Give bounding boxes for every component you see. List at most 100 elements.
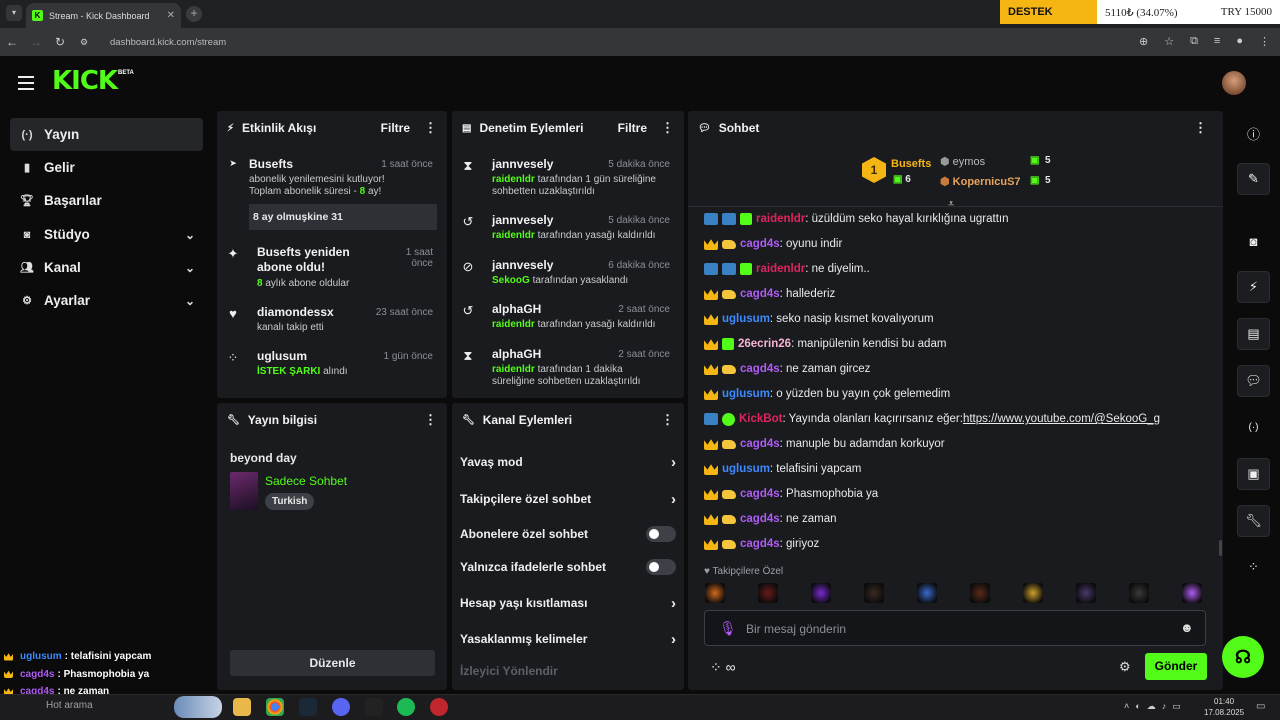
support-headset-icon[interactable]: ☊: [1222, 636, 1264, 678]
category-link[interactable]: Sadece Sohbet: [265, 474, 347, 488]
chevron-down-icon[interactable]: ⌄: [185, 294, 195, 308]
moderation-actor[interactable]: raidenldr: [492, 319, 535, 330]
leader-first-name[interactable]: Busefts: [891, 158, 931, 170]
chat-input-box[interactable]: 🎙︎ Bir mesaj gönderin ☻: [704, 610, 1206, 646]
moderation-actor[interactable]: raidenldr: [492, 364, 535, 375]
chevron-down-icon[interactable]: ⌄: [185, 228, 195, 242]
edit-pencil-icon[interactable]: ✎: [1237, 163, 1270, 195]
more-options-icon[interactable]: ⋮: [1194, 120, 1207, 136]
browser-menu-icon[interactable]: ⋮: [1259, 35, 1270, 48]
chat-username[interactable]: 26ecrin26: [738, 338, 791, 350]
emote-thumbnail[interactable]: [811, 583, 831, 603]
emote-thumbnail[interactable]: [1129, 583, 1149, 603]
moderation-actor[interactable]: raidenldr: [492, 174, 535, 185]
browser-tab[interactable]: K Stream - Kick Dashboard ✕: [26, 3, 181, 28]
chat-username[interactable]: cagd4s: [740, 288, 780, 300]
emote-thumbnail[interactable]: [917, 583, 937, 603]
chat-username[interactable]: raidenldr: [756, 213, 805, 225]
profile-icon[interactable]: ●: [1236, 35, 1243, 48]
sidebar-item-gelir[interactable]: ▮ Gelir: [10, 151, 203, 184]
sidebar-item-yayin[interactable]: (·) Yayın: [10, 118, 203, 151]
taskbar-widget[interactable]: [174, 696, 222, 718]
activity-filter-button[interactable]: Filtre: [381, 121, 410, 135]
more-options-icon[interactable]: ⋮: [424, 120, 437, 136]
zoom-icon[interactable]: ⊕: [1139, 35, 1148, 48]
emote-thumbnail[interactable]: [970, 583, 990, 603]
lightning-icon[interactable]: ⚡︎: [1237, 271, 1270, 303]
chat-scrollbar[interactable]: [1219, 540, 1222, 556]
spotify-icon[interactable]: [397, 698, 415, 716]
obs-icon[interactable]: [430, 698, 448, 716]
category-thumbnail[interactable]: [230, 472, 258, 510]
forward-icon[interactable]: →: [24, 35, 48, 49]
chat-username[interactable]: cagd4s: [740, 438, 780, 450]
url-field[interactable]: dashboard.kick.com/stream: [110, 37, 226, 48]
chat-username[interactable]: cagd4s: [740, 513, 780, 525]
hamburger-menu-icon[interactable]: [18, 76, 34, 90]
reading-list-icon[interactable]: ≡: [1214, 35, 1220, 48]
kick-logo[interactable]: KICK: [52, 66, 118, 96]
chat-settings-icon[interactable]: ⚙: [1119, 659, 1131, 675]
more-options-icon[interactable]: ⋮: [661, 120, 674, 136]
emote-thumbnail[interactable]: [864, 583, 884, 603]
subscribers-only-toggle[interactable]: [646, 526, 676, 542]
emote-thumbnail[interactable]: [758, 583, 778, 603]
sidebar-item-basarilar[interactable]: 🏆︎ Başarılar: [10, 184, 203, 217]
moderation-actor[interactable]: SekooG: [492, 275, 530, 286]
wrench-icon[interactable]: 🔧︎: [1237, 505, 1270, 537]
slow-mode-row[interactable]: Yavaş mod ›: [460, 447, 676, 477]
emote-thumbnail[interactable]: [1076, 583, 1096, 603]
emote-thumbnail[interactable]: [1182, 583, 1202, 603]
account-age-row[interactable]: Hesap yaşı kısıtlaması ›: [460, 588, 676, 618]
back-icon[interactable]: ←: [0, 35, 24, 49]
terminal-icon[interactable]: [365, 698, 383, 716]
emoji-picker-icon[interactable]: ☻: [1180, 620, 1194, 635]
info-icon[interactable]: ⓘ: [1237, 117, 1270, 149]
sidebar-item-studyo[interactable]: ◙ Stüdyo ⌄: [10, 218, 203, 251]
chat-username[interactable]: cagd4s: [740, 238, 780, 250]
chat-link[interactable]: https://www.youtube.com/@SekooG_g: [963, 413, 1160, 425]
more-options-icon[interactable]: ⋮: [661, 412, 674, 428]
chevron-down-icon[interactable]: ⌄: [185, 261, 195, 275]
tab-search-button[interactable]: ▾: [6, 5, 22, 21]
chat-username[interactable]: cagd4s: [740, 488, 780, 500]
chrome-icon[interactable]: [266, 698, 284, 716]
kicks-icon[interactable]: ⁘: [1237, 551, 1270, 583]
emotes-only-toggle[interactable]: [646, 559, 676, 575]
activity-user[interactable]: Busefts yeniden abone oldu!: [257, 245, 377, 275]
chat-username[interactable]: uglusum: [722, 313, 770, 325]
leader-second[interactable]: ⬢ eymos: [940, 155, 985, 168]
taskbar-clock[interactable]: 01:40 17.08.2025: [1204, 696, 1244, 718]
send-button[interactable]: Gönder: [1145, 653, 1207, 680]
leader-third[interactable]: ⬢ KopernicuS7: [940, 175, 1021, 188]
chat-username[interactable]: raidenldr: [756, 263, 805, 275]
user-avatar[interactable]: [1222, 71, 1246, 95]
banned-words-row[interactable]: Yasaklanmış kelimeler ›: [460, 624, 676, 654]
chat-username[interactable]: KickBot: [739, 413, 782, 425]
more-options-icon[interactable]: ⋮: [424, 412, 437, 428]
sidebar-item-kanal[interactable]: 👥︎ Kanal ⌄: [10, 251, 203, 284]
emote-thumbnail[interactable]: [705, 583, 725, 603]
notifications-icon[interactable]: ▭: [1256, 701, 1265, 712]
extensions-icon[interactable]: ⧉: [1190, 35, 1198, 48]
edit-button[interactable]: Düzenle: [230, 650, 435, 676]
bookmark-star-icon[interactable]: ☆: [1164, 35, 1174, 48]
emote-thumbnail[interactable]: [1023, 583, 1043, 603]
close-tab-icon[interactable]: ✕: [167, 10, 175, 21]
discord-icon[interactable]: [332, 698, 350, 716]
followers-only-row[interactable]: Takipçilere özel sohbet ›: [460, 484, 676, 514]
taskbar-search[interactable]: Hot arama: [46, 700, 93, 711]
kicks-balance-icon[interactable]: ⁘ ∞: [710, 659, 736, 676]
chat-username[interactable]: cagd4s: [740, 538, 780, 550]
broadcast-icon[interactable]: (·): [1237, 411, 1270, 443]
steam-icon[interactable]: [299, 698, 317, 716]
host-row[interactable]: İzleyici Yönlendir: [460, 656, 676, 686]
moderation-actor[interactable]: raidenldr: [492, 230, 535, 241]
reload-icon[interactable]: ↻: [48, 35, 72, 49]
sidebar-item-ayarlar[interactable]: ⚙ Ayarlar ⌄: [10, 284, 203, 317]
notes-icon[interactable]: ▤: [1237, 318, 1270, 350]
chat-bubble-icon[interactable]: 💬︎: [1237, 365, 1270, 397]
new-tab-button[interactable]: +: [186, 6, 202, 22]
moderation-filter-button[interactable]: Filtre: [618, 121, 647, 135]
video-clip-icon[interactable]: ▣: [1237, 458, 1270, 490]
